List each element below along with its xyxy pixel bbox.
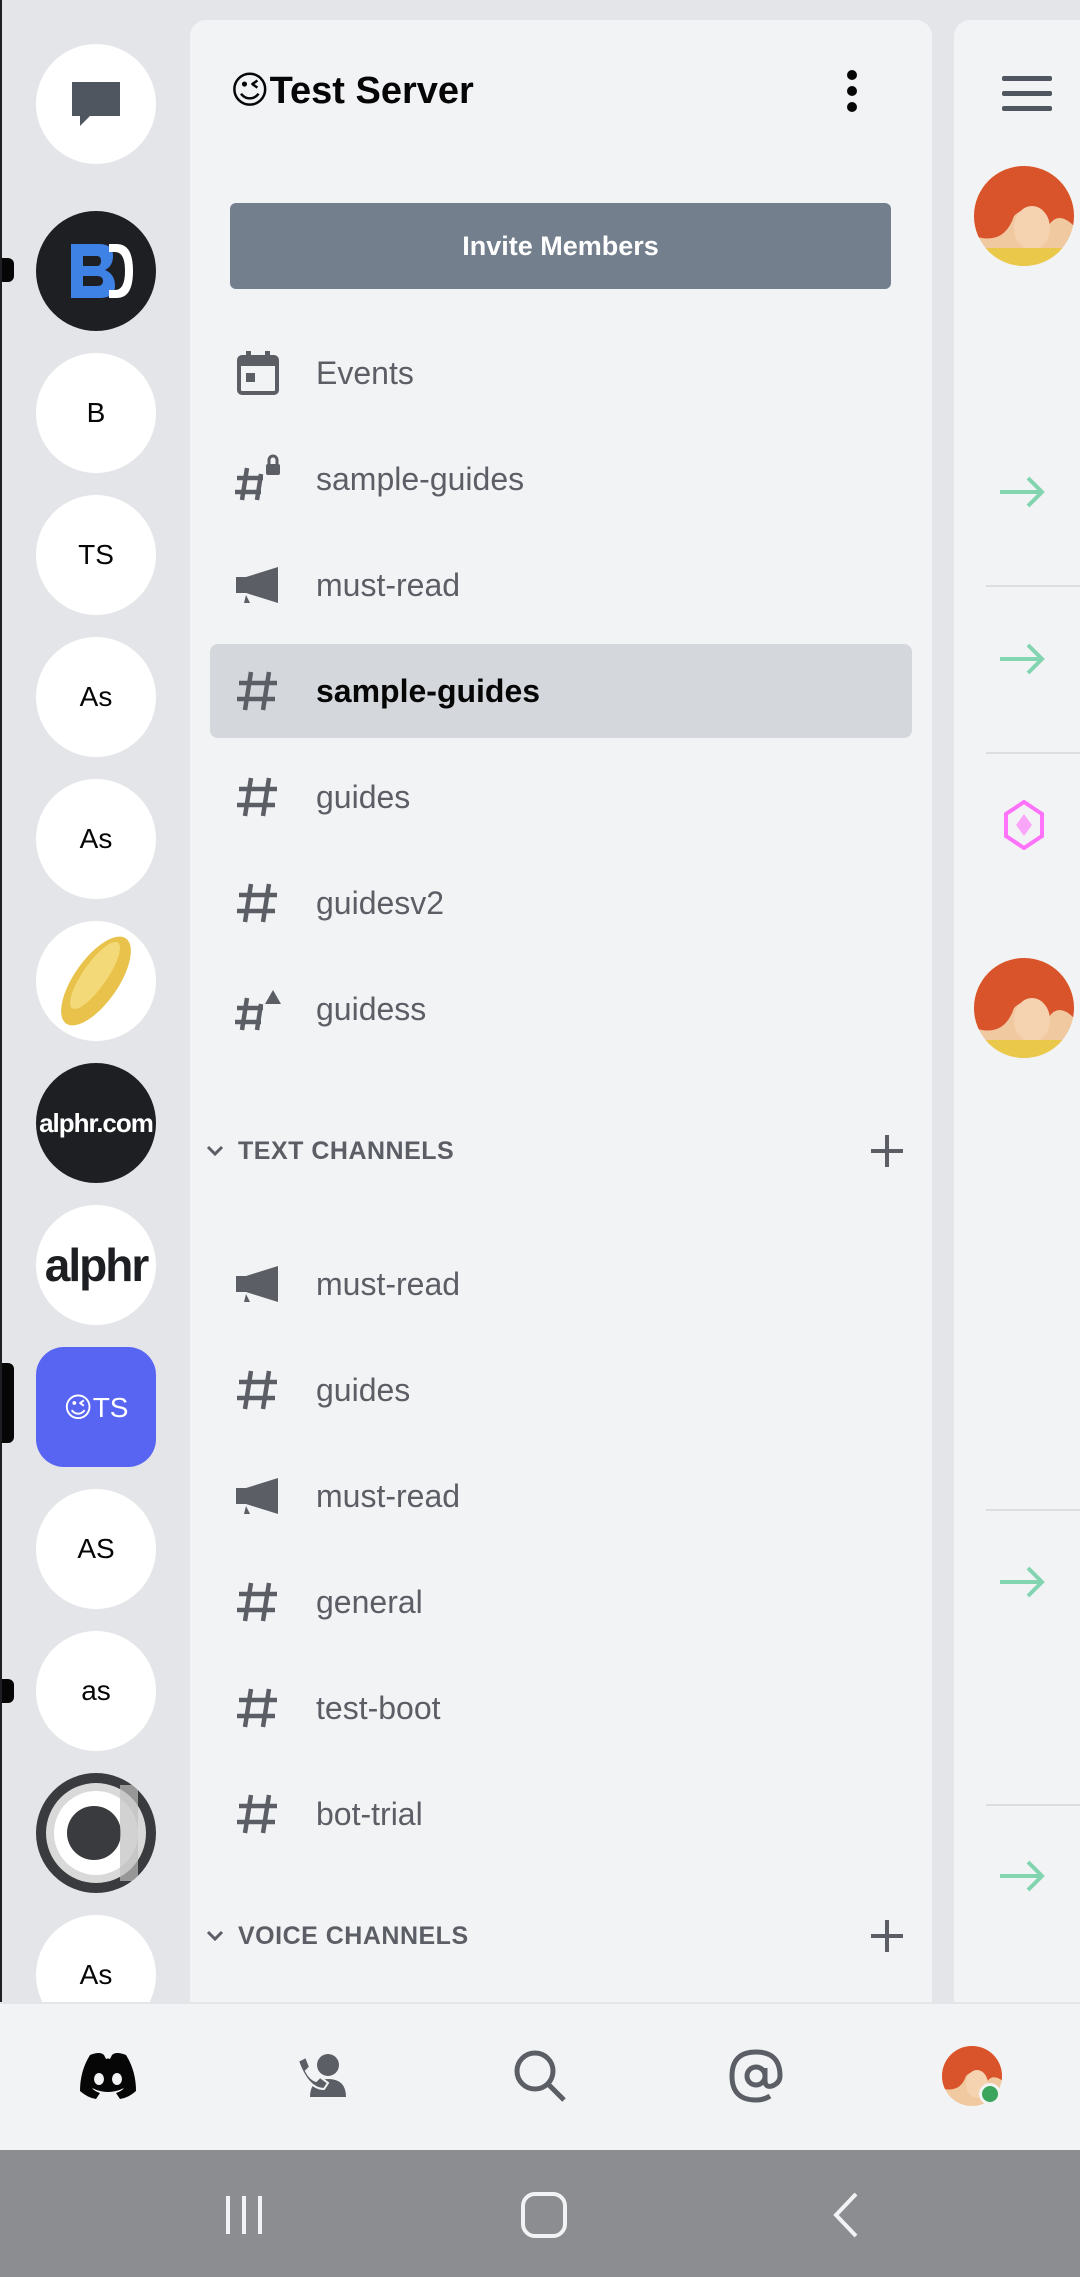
channel-label: test-boot xyxy=(316,1689,441,1726)
channel-label: guides xyxy=(316,778,411,815)
server-name[interactable]: 😉Test Server xyxy=(230,68,474,113)
nav-home-discord-icon[interactable] xyxy=(76,2044,140,2108)
recent-apps-icon[interactable] xyxy=(214,2190,274,2240)
chat-bubble-icon xyxy=(72,82,120,126)
channel-label: guides xyxy=(316,1371,411,1408)
hamburger-menu-icon[interactable] xyxy=(1002,76,1052,116)
server-icon-test-server[interactable]: 😉TS xyxy=(36,1347,156,1467)
server-icon-bd[interactable] xyxy=(36,211,156,331)
nav-mentions-icon[interactable] xyxy=(724,2044,788,2108)
channel-panel: 😉Test Server Invite Members Events sampl… xyxy=(190,20,932,2002)
back-icon[interactable] xyxy=(818,2190,878,2240)
channel-item-test-boot[interactable]: test-boot xyxy=(210,1661,912,1755)
channel-label: Events xyxy=(316,354,414,391)
channel-item-must-read-2[interactable]: must-read xyxy=(210,1237,912,1331)
divider xyxy=(986,1509,1080,1511)
hashtag-icon xyxy=(230,769,286,825)
invite-members-button[interactable]: Invite Members xyxy=(230,203,891,289)
channel-label: sample-guides xyxy=(316,460,525,497)
divider xyxy=(986,752,1080,754)
channel-item-events[interactable]: Events xyxy=(210,326,912,420)
channel-item-guidesv2[interactable]: guidesv2 xyxy=(210,856,912,950)
server-rail: B TS As As alphr.com alphr 😉TS AS as As xyxy=(0,0,190,2035)
avatar-image xyxy=(942,2046,1002,2106)
channel-label: must-read xyxy=(316,1477,461,1514)
avatar-image xyxy=(974,166,1074,266)
bd-logo-icon xyxy=(71,244,133,298)
home-icon[interactable] xyxy=(514,2190,574,2240)
nav-profile-avatar[interactable] xyxy=(940,2044,1004,2108)
server-icon-ts[interactable]: TS xyxy=(36,495,156,615)
join-arrow-icon xyxy=(998,472,1048,512)
channel-item-must-read-3[interactable]: must-read xyxy=(210,1449,912,1543)
server-icon-as-upper[interactable]: AS xyxy=(36,1489,156,1609)
server-icon-b[interactable]: B xyxy=(36,353,156,473)
unread-indicator xyxy=(2,258,14,282)
hashtag-icon xyxy=(230,1362,286,1418)
selected-server-indicator xyxy=(2,1363,14,1443)
user-avatar[interactable] xyxy=(974,958,1074,1058)
android-navigation-bar xyxy=(0,2150,1080,2277)
twinkie-image xyxy=(61,936,131,1026)
more-options-icon[interactable] xyxy=(842,70,862,120)
category-voice-channels[interactable]: VOICE CHANNELS xyxy=(200,1906,920,1966)
join-arrow-icon xyxy=(998,639,1048,679)
channel-item-guides[interactable]: guides xyxy=(210,750,912,844)
category-text-channels[interactable]: TEXT CHANNELS xyxy=(200,1121,920,1181)
server-icon-as-2[interactable]: As xyxy=(36,779,156,899)
server-icon-alphr-dark[interactable]: alphr.com xyxy=(36,1063,156,1183)
nav-search-icon[interactable] xyxy=(508,2044,572,2108)
join-arrow-icon xyxy=(998,1856,1048,1896)
channel-label: sample-guides xyxy=(316,672,541,709)
warning-hashtag-icon xyxy=(230,981,286,1037)
divider xyxy=(986,585,1080,587)
server-icon-as-lower[interactable]: as xyxy=(36,1631,156,1751)
calendar-icon xyxy=(230,345,286,401)
bottom-navigation xyxy=(0,2002,1080,2150)
hashtag-icon xyxy=(230,1574,286,1630)
record-icon xyxy=(46,1783,146,1883)
join-arrow-icon xyxy=(998,1562,1048,1602)
server-icon-alphr-light[interactable]: alphr xyxy=(36,1205,156,1325)
direct-messages-button[interactable] xyxy=(36,44,156,164)
hashtag-icon xyxy=(230,1786,286,1842)
avatar-image xyxy=(974,958,1074,1058)
nav-friends-icon[interactable] xyxy=(292,2044,356,2108)
channel-item-general[interactable]: general xyxy=(210,1555,912,1649)
channel-label: guidess xyxy=(316,990,427,1027)
channel-label: bot-trial xyxy=(316,1795,423,1832)
channel-item-sample-guides-selected[interactable]: sample-guides xyxy=(210,644,912,738)
channel-label: general xyxy=(316,1583,423,1620)
channel-item-guidess[interactable]: guidess xyxy=(210,962,912,1056)
server-icon-twinkie[interactable] xyxy=(36,921,156,1041)
channel-label: must-read xyxy=(316,566,461,603)
locked-hashtag-icon xyxy=(230,451,286,507)
nitro-boost-icon xyxy=(1004,799,1054,851)
server-icon-record[interactable] xyxy=(36,1773,156,1893)
user-avatar[interactable] xyxy=(974,166,1074,266)
hashtag-icon xyxy=(230,1680,286,1736)
megaphone-icon xyxy=(230,557,286,613)
megaphone-icon xyxy=(230,1256,286,1312)
online-status-dot xyxy=(982,2086,998,2102)
channel-item-bot-trial[interactable]: bot-trial xyxy=(210,1767,912,1861)
channel-item-guides-2[interactable]: guides xyxy=(210,1343,912,1437)
chevron-down-icon xyxy=(200,1136,230,1166)
divider xyxy=(986,1804,1080,1806)
chat-preview-sliver xyxy=(954,20,1080,2002)
hashtag-icon xyxy=(230,875,286,931)
megaphone-icon xyxy=(230,1468,286,1524)
channel-label: guidesv2 xyxy=(316,884,445,921)
category-label: VOICE CHANNELS xyxy=(238,1921,469,1950)
server-icon-as-1[interactable]: As xyxy=(36,637,156,757)
add-channel-icon[interactable] xyxy=(867,1131,907,1171)
channel-item-sample-guides-locked[interactable]: sample-guides xyxy=(210,432,912,526)
category-label: TEXT CHANNELS xyxy=(238,1136,455,1165)
add-channel-icon[interactable] xyxy=(867,1916,907,1956)
unread-indicator xyxy=(2,1679,14,1703)
channel-item-must-read[interactable]: must-read xyxy=(210,538,912,632)
chevron-down-icon xyxy=(200,1921,230,1951)
hashtag-icon xyxy=(230,663,286,719)
channel-label: must-read xyxy=(316,1265,461,1302)
